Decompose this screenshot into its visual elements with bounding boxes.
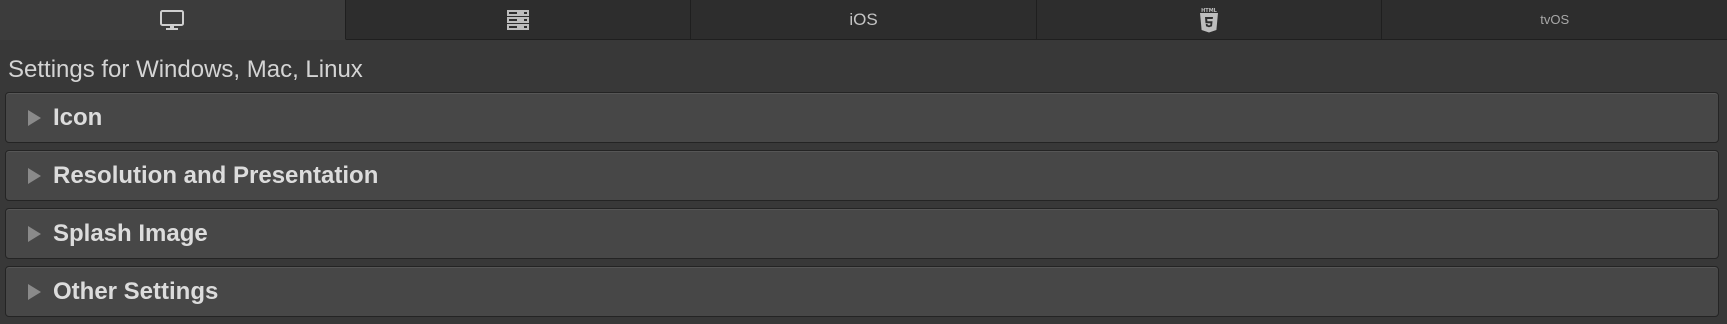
tab-ios[interactable]: iOS (691, 0, 1037, 40)
tab-webgl[interactable]: HTML (1036, 0, 1383, 40)
section-icon[interactable]: Icon (5, 92, 1719, 143)
section-label: Icon (53, 103, 103, 131)
tab-ios-label: iOS (849, 9, 878, 29)
html5-icon: HTML (1198, 7, 1220, 33)
section-label: Resolution and Presentation (53, 161, 379, 189)
page-title: Settings for Windows, Mac, Linux (8, 56, 363, 83)
platform-tab-bar: iOS HTML tvOS (0, 0, 1727, 40)
tab-tvos-label: tvOS (1540, 12, 1570, 27)
foldout-arrow-icon (28, 167, 41, 184)
foldout-arrow-icon (28, 225, 41, 242)
tab-standalone[interactable] (0, 0, 346, 40)
section-label: Other Settings (53, 277, 219, 305)
foldout-arrow-icon (28, 109, 41, 126)
monitor-icon (159, 8, 185, 32)
section-other-settings[interactable]: Other Settings (5, 266, 1719, 317)
section-resolution-and-presentation[interactable]: Resolution and Presentation (5, 150, 1719, 201)
foldout-arrow-icon (28, 283, 41, 300)
server-icon (505, 8, 531, 32)
section-label: Splash Image (53, 219, 208, 247)
settings-sections: Icon Resolution and Presentation Splash … (5, 92, 1719, 324)
tab-tvos[interactable]: tvOS (1382, 0, 1727, 40)
tab-dedicated-server[interactable] (345, 0, 692, 40)
section-splash-image[interactable]: Splash Image (5, 208, 1719, 259)
